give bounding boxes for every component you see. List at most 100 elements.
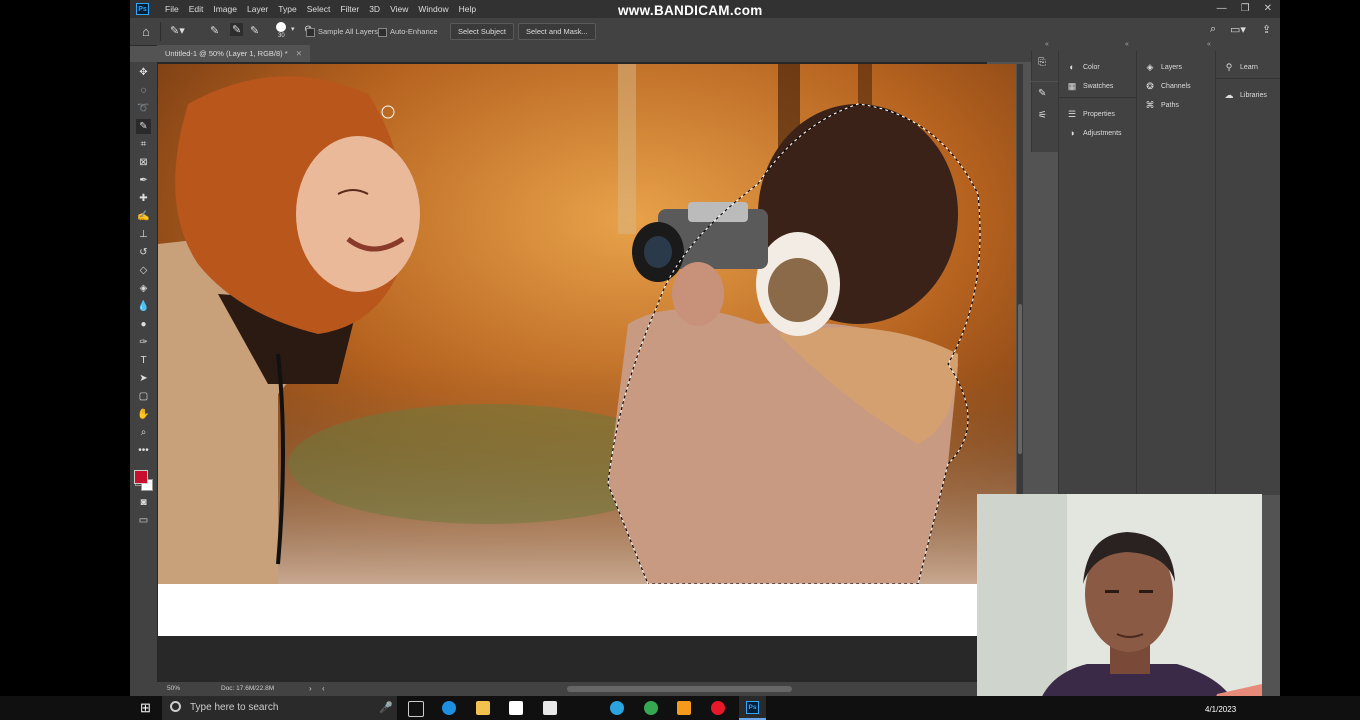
quick-selection-preset-icon[interactable]: ✎▾ — [170, 24, 185, 37]
eraser-tool-icon[interactable]: ◇ — [136, 263, 151, 278]
menu-edit[interactable]: Edit — [184, 0, 209, 18]
document-tab[interactable]: Untitled-1 @ 50% (Layer 1, RGB/8) * ✕ — [157, 45, 311, 62]
panel-color[interactable]: ◐ Color — [1067, 62, 1099, 72]
menu-select[interactable]: Select — [302, 0, 336, 18]
minimize-icon[interactable]: — — [1217, 0, 1227, 18]
collapse-panels-icon[interactable]: « — [1045, 41, 1049, 48]
select-subject-button[interactable]: Select Subject — [450, 23, 514, 40]
healing-brush-tool-icon[interactable]: ✚ — [136, 191, 151, 206]
panel-channels[interactable]: ❂ Channels — [1145, 81, 1190, 91]
close-tab-icon[interactable]: ✕ — [296, 49, 302, 58]
eyedropper-tool-icon[interactable]: ✒ — [136, 173, 151, 188]
horizontal-scrollbar[interactable] — [567, 686, 792, 692]
rectangle-tool-icon[interactable]: ▢ — [136, 389, 151, 404]
menu-type[interactable]: Type — [273, 0, 301, 18]
add-to-selection-icon[interactable]: ✎ — [230, 23, 244, 36]
chrome-icon[interactable] — [644, 701, 658, 715]
file-explorer-icon[interactable] — [476, 701, 490, 715]
color-icon: ◐ — [1069, 62, 1075, 72]
sample-all-layers-checkbox[interactable] — [306, 27, 315, 37]
brush-tool-icon[interactable]: ✍ — [136, 209, 151, 224]
status-arrow-icon[interactable]: › — [309, 682, 312, 696]
panel-adjustments[interactable]: ◑ Adjustments — [1067, 128, 1121, 138]
paint-bucket-tool-icon[interactable]: ◈ — [136, 281, 151, 296]
canvas-area[interactable] — [157, 62, 1016, 682]
vertical-scroll-thumb[interactable] — [1018, 304, 1022, 454]
panel-libraries[interactable]: ☁ Libraries — [1224, 90, 1267, 100]
type-tool-icon[interactable]: T — [136, 353, 151, 368]
panel-learn[interactable]: ⚲ Learn — [1224, 62, 1258, 72]
collapse-panels-icon[interactable]: « — [1207, 41, 1211, 48]
search-icon — [170, 701, 181, 712]
search-icon[interactable]: ⌕ — [1210, 23, 1216, 36]
blur-tool-icon[interactable]: 💧 — [136, 299, 151, 314]
vertical-scrollbar[interactable] — [1017, 64, 1023, 494]
menu-layer[interactable]: Layer — [242, 0, 273, 18]
panel-paths[interactable]: ⌘ Paths — [1145, 100, 1179, 110]
new-selection-icon[interactable]: ✎ — [210, 24, 219, 37]
select-and-mask-button[interactable]: Select and Mask... — [518, 23, 596, 40]
screen-mode-icon[interactable]: ▭ — [136, 513, 151, 528]
path-selection-tool-icon[interactable]: ➤ — [136, 371, 151, 386]
share-icon[interactable]: ⇪ — [1262, 23, 1271, 36]
webcam-overlay — [977, 494, 1262, 709]
marquee-tool-icon[interactable]: ◌ — [136, 83, 151, 98]
panel-swatches-label: Swatches — [1083, 82, 1114, 90]
auto-enhance-option[interactable]: Auto-Enhance — [378, 18, 438, 45]
sample-all-layers-option[interactable]: Sample All Layers — [306, 18, 378, 45]
bandicam-record-icon[interactable] — [711, 701, 725, 715]
menu-view[interactable]: View — [385, 0, 413, 18]
menu-3d[interactable]: 3D — [364, 0, 385, 18]
edge-browser-icon[interactable] — [442, 701, 456, 715]
auto-enhance-checkbox[interactable] — [378, 27, 387, 37]
frame-tool-icon[interactable]: ⊠ — [136, 155, 151, 170]
quick-mask-icon[interactable]: ◙ — [136, 495, 151, 510]
zoom-level[interactable]: 50% — [167, 682, 180, 696]
adjust-icon[interactable]: ⚟ — [1038, 110, 1047, 121]
hand-tool-icon[interactable]: ✋ — [136, 407, 151, 422]
brush-settings-icon[interactable]: ✎ — [1038, 88, 1046, 99]
panel-properties[interactable]: ☰ Properties — [1067, 109, 1115, 119]
menu-image[interactable]: Image — [208, 0, 242, 18]
document-photo[interactable] — [158, 64, 1016, 584]
telegram-icon[interactable] — [610, 701, 624, 715]
microsoft-store-icon[interactable] — [509, 701, 523, 715]
brush-size-icon[interactable] — [276, 22, 286, 32]
menu-window[interactable]: Window — [413, 0, 453, 18]
brush-dropdown-icon[interactable]: ▾ — [291, 25, 295, 33]
home-icon[interactable]: ⌂ — [142, 24, 150, 39]
mail-icon[interactable] — [543, 701, 557, 715]
more-tools-icon[interactable]: ••• — [136, 443, 151, 458]
scroll-left-icon[interactable]: ‹ — [322, 682, 325, 696]
clone-stamp-tool-icon[interactable]: ⊥ — [136, 227, 151, 242]
lasso-tool-icon[interactable]: ➰ — [136, 101, 151, 116]
restore-icon[interactable]: ❐ — [1241, 0, 1250, 18]
menu-help[interactable]: Help — [454, 0, 481, 18]
history-icon[interactable]: ⎘ — [1038, 57, 1046, 68]
taskbar-date[interactable]: 4/1/2023 — [1205, 705, 1236, 714]
windows-taskbar: ⊞ Type here to search 🎤 Ps 4/1/2023 — [0, 696, 1360, 720]
foreground-color-fill[interactable] — [134, 470, 148, 484]
move-tool-icon[interactable]: ✥ — [136, 65, 151, 80]
pen-tool-icon[interactable]: ✑ — [136, 335, 151, 350]
dodge-tool-icon[interactable]: ● — [136, 317, 151, 332]
quick-selection-tool-icon[interactable]: ✎ — [136, 119, 151, 134]
panel-column-2: ◈ Layers ❂ Channels ⌘ Paths — [1136, 51, 1215, 495]
panel-layers[interactable]: ◈ Layers — [1145, 62, 1182, 72]
crop-tool-icon[interactable]: ⌗ — [136, 137, 151, 152]
app-icon[interactable] — [677, 701, 691, 715]
panel-swatches[interactable]: ▦ Swatches — [1067, 81, 1114, 91]
collapse-panels-icon[interactable]: « — [1125, 41, 1129, 48]
subtract-from-selection-icon[interactable]: ✎ — [250, 24, 259, 37]
zoom-tool-icon[interactable]: ⌕ — [136, 425, 151, 440]
history-brush-tool-icon[interactable]: ↺ — [136, 245, 151, 260]
close-icon[interactable]: ✕ — [1264, 0, 1272, 18]
photoshop-taskbar-button[interactable]: Ps — [739, 696, 766, 720]
windows-start-icon[interactable]: ⊞ — [140, 701, 151, 715]
workspace-icon[interactable]: ▭▾ — [1230, 23, 1246, 36]
task-view-icon[interactable] — [408, 701, 424, 717]
menu-filter[interactable]: Filter — [335, 0, 364, 18]
taskbar-search[interactable]: Type here to search 🎤 — [162, 696, 397, 720]
microphone-icon[interactable]: 🎤 — [379, 696, 393, 720]
menu-file[interactable]: File — [160, 0, 184, 18]
